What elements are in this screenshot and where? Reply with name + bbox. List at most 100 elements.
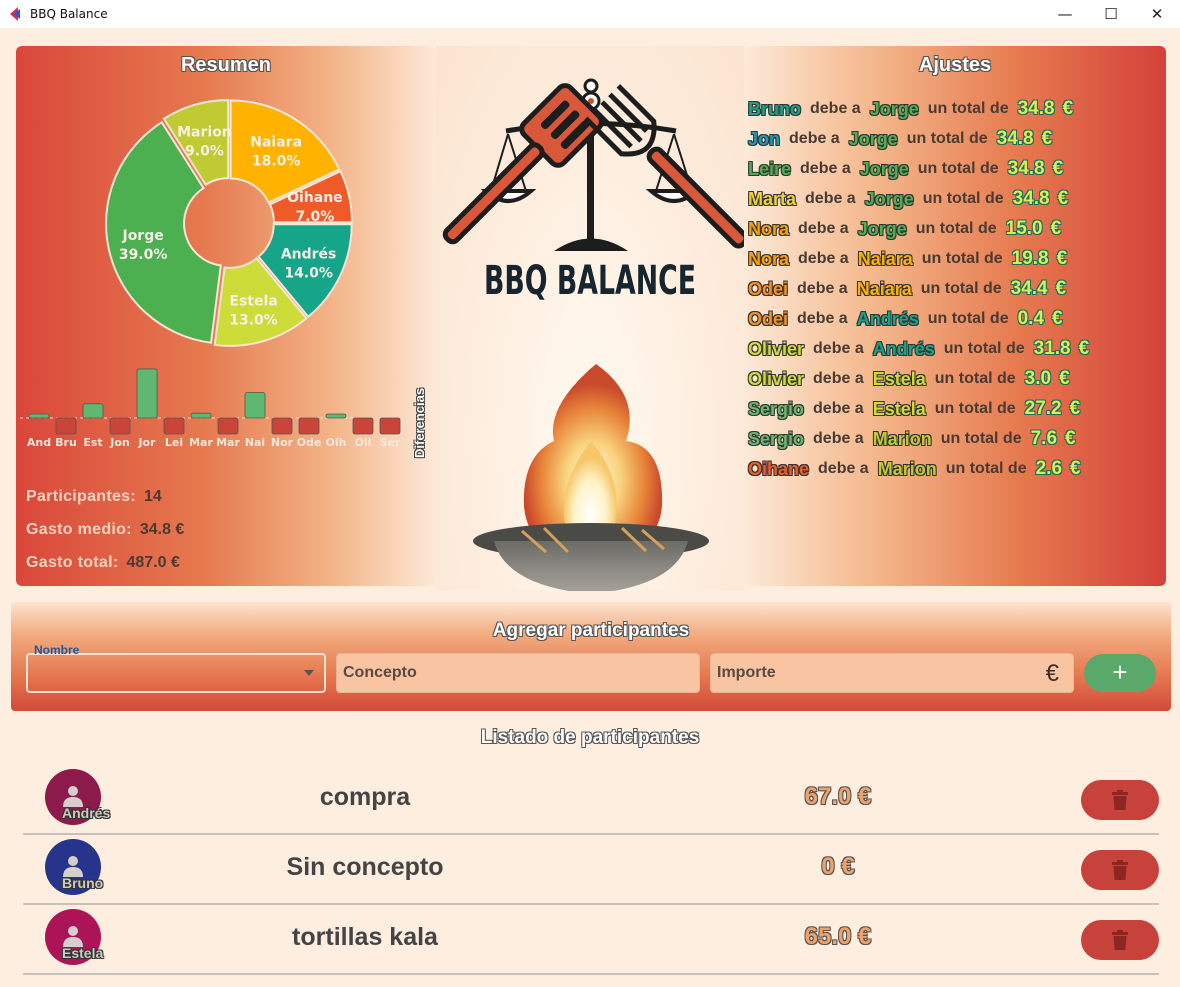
settlements-list: Bruno debe a Jorge un total de 34.8 € Jon debe … — [748, 94, 1089, 484]
difference-bar — [298, 417, 320, 435]
settlement-total-text: un total de — [922, 190, 1004, 207]
person-icon — [63, 926, 83, 947]
bar-tick-label: Jon — [109, 436, 129, 449]
settlement-total-text: un total de — [915, 220, 997, 237]
settlements-panel: Ajustes Bruno debe a Jorge un total de 34.8 €… — [744, 46, 1166, 586]
settlement-debtor: Odei — [748, 278, 789, 299]
settlement-row: Olivier debe a Estela un total de 3.0 € — [748, 364, 1089, 394]
euro-icon: € — [1052, 308, 1063, 329]
difference-bar — [244, 392, 266, 419]
settlement-total-text: un total de — [920, 280, 1002, 297]
stat-participants: Participantes: 14 — [26, 488, 162, 506]
participant-name: Estela — [62, 945, 104, 961]
settlement-row: Sergio debe a Marion un total de 7.6 € — [748, 424, 1089, 454]
delete-button[interactable] — [1081, 850, 1159, 890]
bar-tick-label: Mar — [189, 436, 213, 449]
difference-bar — [325, 413, 347, 419]
name-select[interactable]: Nombre — [26, 643, 326, 693]
donut-label-name: Estela — [229, 294, 277, 310]
stat-average: Gasto medio: 34.8 € — [26, 521, 184, 539]
minimize-button[interactable]: — — [1042, 0, 1088, 28]
participant-concept: compra — [319, 783, 411, 811]
settlement-amount: 0.4 — [1017, 308, 1045, 329]
donut-label-pct: 39.0% — [119, 247, 168, 263]
delete-button[interactable] — [1081, 780, 1159, 820]
settlement-debtor: Oihane — [748, 458, 810, 479]
settlement-creditor: Andrés — [872, 338, 935, 359]
trash-icon — [1112, 860, 1128, 880]
settlement-creditor: Naiara — [856, 278, 912, 299]
euro-icon: € — [1055, 278, 1067, 299]
settlement-creditor: Andrés — [856, 308, 919, 329]
donut-label-pct: 7.0% — [295, 209, 334, 225]
summary-title: Resumen — [180, 54, 272, 76]
donut-label-pct: 13.0% — [229, 313, 278, 329]
settlement-owes-text: debe a — [798, 250, 849, 267]
bar-tick-label: Ser — [380, 436, 401, 449]
settlement-debtor: Marta — [748, 188, 797, 209]
close-button[interactable]: ✕ — [1134, 0, 1180, 28]
differences-axis-label: Diferencias — [412, 387, 427, 458]
settlement-row: Nora debe a Jorge un total de 15.0 € — [748, 214, 1089, 244]
settlement-owes-text: debe a — [813, 340, 864, 357]
stat-total-value: 487.0 € — [126, 554, 180, 571]
chevron-down-icon[interactable] — [304, 670, 314, 676]
settlements-title: Ajustes — [918, 54, 992, 76]
settlement-row: Odei debe a Naiara un total de 34.4 € — [748, 274, 1089, 304]
settlement-debtor: Olivier — [748, 338, 805, 359]
settlement-debtor: Jon — [748, 128, 781, 149]
person-icon — [63, 786, 83, 807]
settlement-total-text: un total de — [917, 160, 999, 177]
amount-placeholder: Importe — [717, 664, 776, 681]
bar-tick-label: Mar — [216, 436, 240, 449]
settlement-debtor: Olivier — [748, 368, 805, 389]
donut-label-name: Andrés — [281, 246, 337, 262]
settlement-row: Odei debe a Andrés un total de 0.4 € — [748, 304, 1089, 334]
participant-row: Estela tortillas kala 65.0 € — [23, 905, 1159, 975]
euro-icon: € — [1070, 458, 1081, 479]
euro-icon: € — [1078, 338, 1090, 359]
window-title: BBQ Balance — [30, 7, 108, 21]
participant-concept: tortillas kala — [292, 923, 438, 951]
delete-button[interactable] — [1081, 920, 1159, 960]
settlement-total-text: un total de — [934, 370, 1016, 387]
settlement-total-text: un total de — [927, 100, 1009, 117]
participant-amount: 65.0 € — [804, 923, 872, 950]
amount-input[interactable]: Importe € — [710, 653, 1074, 693]
donut-label-pct: 14.0% — [284, 265, 333, 281]
euro-icon: € — [1059, 368, 1070, 389]
difference-bar — [136, 368, 158, 419]
bar-tick-label: Nai — [245, 436, 265, 449]
euro-icon: € — [1041, 128, 1053, 149]
donut-label-pct: 9.0% — [185, 143, 224, 159]
settlement-owes-text: debe a — [789, 130, 840, 147]
settlement-row: Nora debe a Naiara un total de 19.8 € — [748, 244, 1089, 274]
bar-tick-label: Ode — [297, 436, 322, 449]
settlement-total-text: un total de — [934, 400, 1016, 417]
logo-panel: BBQ BALANCE — [436, 46, 744, 591]
participant-row: Bruno Sin concepto 0 € — [23, 835, 1159, 905]
bar-tick-label: And — [27, 436, 51, 449]
settlement-creditor: Jorge — [864, 188, 914, 209]
settlement-amount: 15.0 — [1005, 218, 1043, 239]
summary-panel: Resumen Naiara 18.0% Oihane 7.0% Andrés 14.0%… — [16, 46, 436, 586]
settlement-creditor: Marion — [877, 458, 937, 479]
settlement-creditor: Jorge — [848, 128, 898, 149]
add-participant-button[interactable]: + — [1084, 654, 1156, 692]
participant-amount: 67.0 € — [804, 783, 872, 810]
settlement-debtor: Sergio — [748, 428, 805, 449]
settlement-total-text: un total de — [921, 250, 1003, 267]
settlement-creditor: Jorge — [869, 98, 919, 119]
euro-icon: € — [1056, 248, 1068, 269]
donut-label-name: Marion — [177, 124, 232, 140]
stat-total-label: Gasto total: — [26, 554, 119, 571]
maximize-button[interactable]: ☐ — [1088, 0, 1134, 28]
difference-bar — [271, 417, 293, 435]
concept-input[interactable]: Concepto — [336, 653, 700, 693]
bar-tick-label: Bru — [55, 436, 77, 449]
settlement-owes-text: debe a — [810, 100, 861, 117]
settlement-amount: 2.6 — [1035, 458, 1063, 479]
bbq-balance-logo-image: BBQ BALANCE — [442, 78, 744, 591]
settlement-total-text: un total de — [906, 130, 988, 147]
euro-icon: € — [1062, 98, 1074, 119]
